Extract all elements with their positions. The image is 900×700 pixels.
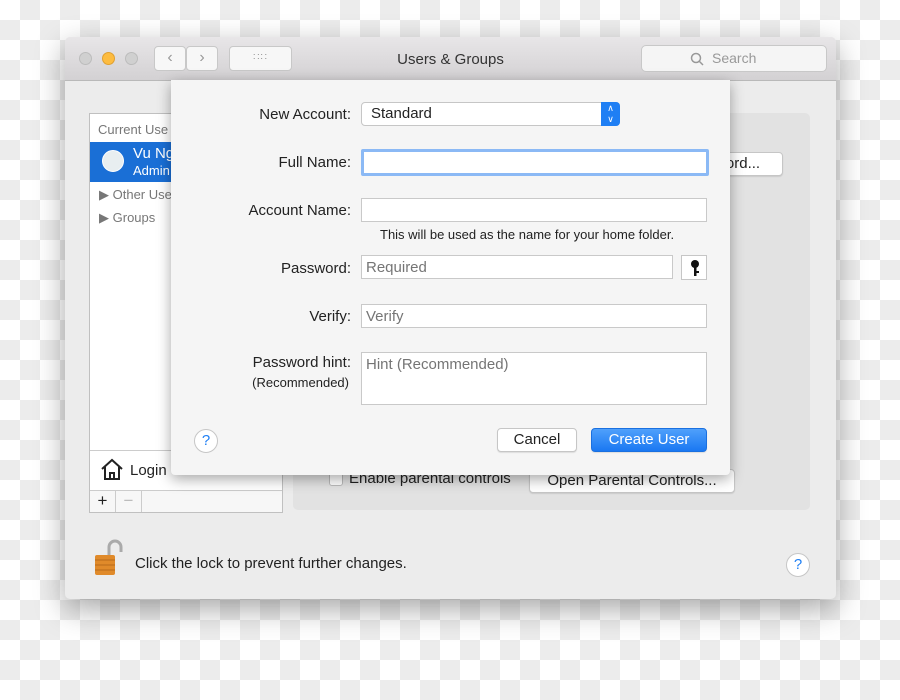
verify-input[interactable] (361, 304, 707, 328)
verify-label: Verify: (309, 308, 351, 325)
password-hint-label: Password hint: (252, 354, 351, 371)
user-role: Admin (133, 163, 170, 178)
account-type-select[interactable]: Standard ∧ ∨ (361, 102, 620, 126)
full-name-label: Full Name: (278, 154, 351, 171)
list-toolbar: + − (90, 490, 282, 512)
house-icon (101, 458, 123, 480)
account-name-input[interactable] (361, 198, 707, 222)
help-button[interactable]: ? (786, 553, 810, 577)
new-account-label: New Account: (259, 106, 351, 123)
sheet-help-button[interactable]: ? (194, 429, 218, 453)
groups-item[interactable]: ▶ Groups (99, 210, 155, 226)
search-placeholder: Search (712, 50, 757, 66)
title-bar: ‹ › ∷∷ Users & Groups Search (65, 37, 836, 81)
create-user-button[interactable]: Create User (591, 428, 707, 452)
lock-open-icon[interactable] (93, 538, 123, 576)
new-account-sheet: New Account: Standard ∧ ∨ Full Name: Acco… (171, 80, 730, 475)
account-name-label: Account Name: (248, 202, 351, 219)
search-input[interactable]: Search (641, 45, 827, 72)
account-type-value: Standard (371, 105, 432, 122)
groups-label: Groups (112, 210, 156, 225)
password-hint-input[interactable] (361, 352, 707, 405)
updown-chevron-icon: ∧ ∨ (601, 102, 620, 126)
other-users-item[interactable]: ▶ Other Use (99, 187, 172, 203)
remove-user-button[interactable]: − (116, 491, 142, 512)
key-icon (691, 260, 699, 276)
password-hint-sublabel: (Recommended) (252, 375, 349, 390)
password-assistant-button[interactable] (681, 255, 707, 280)
section-current-users: Current Use (98, 122, 169, 137)
password-label: Password: (280, 260, 351, 277)
search-icon (690, 52, 704, 66)
cancel-button[interactable]: Cancel (497, 428, 577, 452)
disclosure-triangle-icon: ▶ (99, 187, 109, 202)
login-options-label: Login (130, 462, 167, 479)
other-users-label: Other Use (112, 187, 172, 202)
user-name: Vu Ng (133, 145, 175, 162)
disclosure-triangle-icon: ▶ (99, 210, 109, 225)
lock-message: Click the lock to prevent further change… (135, 555, 407, 572)
avatar (102, 150, 124, 172)
account-name-hint: This will be used as the name for your h… (380, 227, 675, 242)
add-user-button[interactable]: + (90, 491, 116, 512)
full-name-input[interactable] (361, 149, 709, 176)
password-input[interactable] (361, 255, 673, 279)
